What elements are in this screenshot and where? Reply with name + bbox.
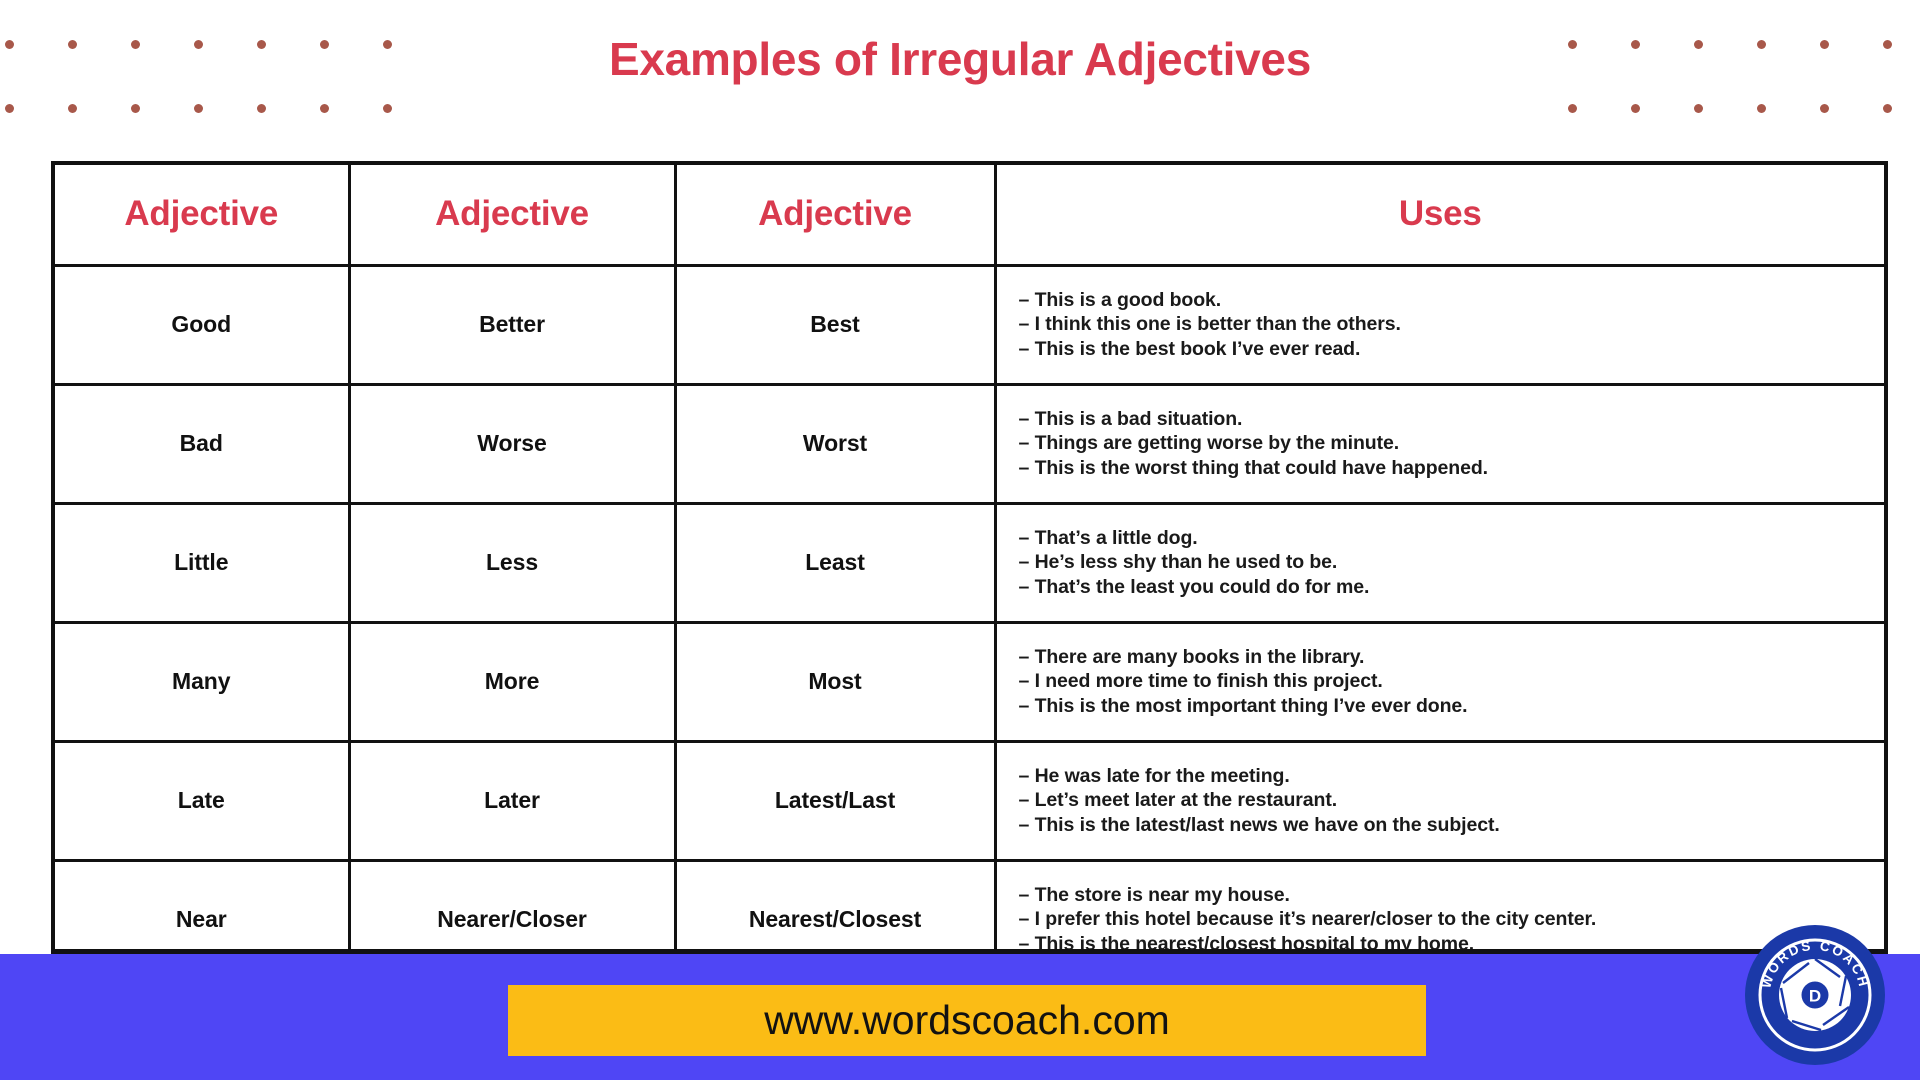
decorative-dot [1757,104,1766,113]
cell-uses: – There are many books in the library. – … [995,622,1884,743]
table-row: Little Less Least – That’s a little dog. – H… [55,503,1884,624]
cell-positive: Bad [55,384,351,505]
cell-comparative: Nearer/Closer [349,860,677,949]
decorative-dot [5,104,14,113]
use-example-line: – He was late for the meeting. [1018,764,1290,787]
cell-positive: Many [55,622,351,743]
column-header-comparative: Adjective [349,165,677,267]
logo-aperture-icon: WORDS COACH D [1745,925,1885,1065]
page-title: Examples of Irregular Adjectives [609,33,1311,85]
decorative-dot [1883,104,1892,113]
table-header-row: Adjective Adjective Adjective Uses [55,165,1884,267]
use-example-line: – This is a good book. [1018,288,1222,311]
table-row: Near Nearer/Closer Nearest/Closest – The st… [55,860,1884,949]
cell-positive: Near [55,860,351,949]
decorative-dot [1694,104,1703,113]
cell-comparative: Later [349,741,677,862]
use-example-line: – This is the most important thing I’ve … [1018,694,1468,717]
column-header-uses: Uses [995,165,1884,267]
use-example-line: – I think this one is better than the ot… [1018,313,1401,336]
aperture-blades: D [1779,958,1851,1032]
decorative-dot [1631,104,1640,113]
use-example-line: – The store is near my house. [1018,883,1290,906]
cell-superlative: Best [675,265,997,386]
footer-bar: www.wordscoach.com [0,954,1920,1080]
use-example-line: – That’s a little dog. [1018,526,1198,549]
cell-comparative: Less [349,503,677,624]
column-header-superlative: Adjective [675,165,997,267]
table-row: Many More Most – There are many books in th… [55,622,1884,743]
decorative-dot [257,104,266,113]
irregular-adjectives-table: Adjective Adjective Adjective Uses Good B… [55,165,1884,949]
decorative-dot [194,104,203,113]
cell-superlative: Worst [675,384,997,505]
logo-center-letter: D [1809,987,1821,1006]
decorative-dot [68,104,77,113]
cell-superlative: Least [675,503,997,624]
column-header-positive: Adjective [55,165,351,267]
cell-comparative: Better [349,265,677,386]
irregular-adjectives-table-container: Adjective Adjective Adjective Uses Good B… [51,161,1888,954]
table-row: Good Better Best – This is a good book. – I … [55,265,1884,386]
decorative-dot [320,104,329,113]
cell-superlative: Most [675,622,997,743]
use-example-line: – He’s less shy than he used to be. [1018,551,1338,574]
cell-positive: Late [55,741,351,862]
cell-positive: Good [55,265,351,386]
use-example-line: – This is the latest/last news we have o… [1018,813,1500,836]
use-example-line: – Let’s meet later at the restaurant. [1018,789,1338,812]
cell-uses: – This is a bad situation. – Things are g… [995,384,1884,505]
table-body: Good Better Best – This is a good book. – I … [55,265,1884,949]
table-row: Late Later Latest/Last – He was late for th… [55,741,1884,862]
cell-uses: – That’s a little dog. – He’s less shy th… [995,503,1884,624]
use-example-line: – I need more time to finish this projec… [1018,670,1383,693]
decorative-dot [383,104,392,113]
decorative-dot [131,104,140,113]
table-header: Adjective Adjective Adjective Uses [55,165,1884,267]
use-example-line: – This is the best book I’ve ever read. [1018,337,1361,360]
use-example-line: – That’s the least you could do for me. [1018,575,1370,598]
cell-comparative: Worse [349,384,677,505]
cell-superlative: Nearest/Closest [675,860,997,949]
cell-superlative: Latest/Last [675,741,997,862]
use-example-line: – This is the worst thing that could hav… [1018,456,1489,479]
website-url-text: www.wordscoach.com [764,997,1170,1043]
cell-positive: Little [55,503,351,624]
cell-comparative: More [349,622,677,743]
cell-uses: – This is a good book. – I think this one… [995,265,1884,386]
website-url-box[interactable]: www.wordscoach.com [508,985,1426,1056]
cell-uses: – He was late for the meeting. – Let’s me… [995,741,1884,862]
wordscoach-logo: WORDS COACH D [1745,925,1885,1065]
use-example-line: – This is a bad situation. [1018,407,1243,430]
decorative-dot [1568,104,1577,113]
table-row: Bad Worse Worst – This is a bad situation. –… [55,384,1884,505]
decorative-dot [1820,104,1829,113]
use-example-line: – There are many books in the library. [1018,645,1365,668]
use-example-line: – Things are getting worse by the minute… [1018,432,1400,455]
